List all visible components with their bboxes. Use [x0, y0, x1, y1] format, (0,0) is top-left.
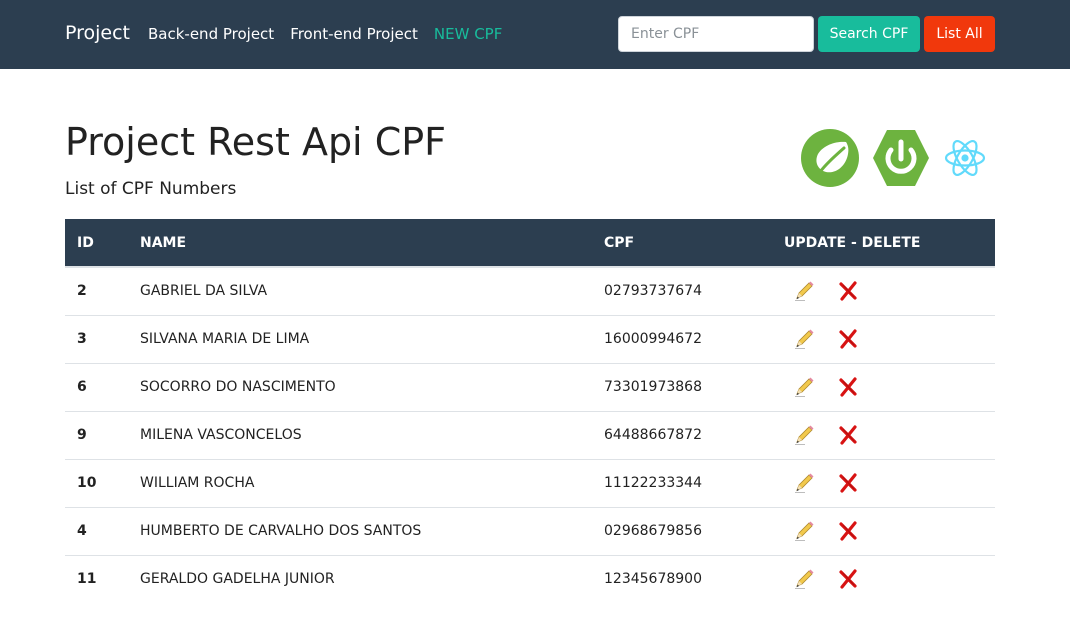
cell-actions [772, 554, 995, 603]
delete-x-icon[interactable] [836, 423, 860, 447]
list-all-button[interactable]: List All [924, 16, 995, 52]
pencil-icon[interactable] [792, 327, 816, 351]
cell-id: 2 [77, 283, 87, 300]
delete-x-icon[interactable] [836, 471, 860, 495]
spring-boot-power-icon [873, 130, 929, 186]
column-header-actions: UPDATE - DELETE [772, 219, 995, 268]
cell-actions [772, 410, 995, 459]
table-header: ID NAME CPF UPDATE - DELETE [65, 219, 995, 268]
delete-x-icon[interactable] [836, 375, 860, 399]
nav-links: Back-end Project Front-end Project NEW C… [148, 25, 502, 43]
cell-name: SOCORRO DO NASCIMENTO [128, 362, 592, 411]
column-header-name: NAME [128, 219, 592, 268]
table-row: 3 SILVANA MARIA DE LIMA 16000994672 [65, 314, 995, 363]
page-title: Project Rest Api CPF [65, 120, 447, 164]
cell-id: 11 [65, 554, 128, 603]
cell-id: 10 [65, 458, 128, 507]
search-cpf-button[interactable]: Search CPF [818, 16, 920, 52]
cell-name: WILLIAM ROCHA [128, 458, 592, 507]
cell-cpf: 12345678900 [592, 554, 772, 603]
row-actions [784, 279, 983, 303]
page-subtitle: List of CPF Numbers [65, 179, 237, 199]
brand-link[interactable]: Project [65, 22, 130, 44]
row-actions [784, 567, 983, 591]
table-row: 11 GERALDO GADELHA JUNIOR 12345678900 [65, 554, 995, 603]
delete-x-icon[interactable] [836, 279, 860, 303]
technology-logos [800, 128, 990, 188]
spring-leaf-icon [801, 129, 859, 187]
row-actions [784, 327, 983, 351]
cell-id: 9 [65, 410, 128, 459]
cell-name: SILVANA MARIA DE LIMA [128, 314, 592, 363]
delete-x-icon[interactable] [836, 327, 860, 351]
nav-link-frontend-project[interactable]: Front-end Project [290, 25, 418, 43]
cell-name: GABRIEL DA SILVA [140, 283, 268, 300]
cell-actions [772, 267, 995, 315]
row-actions [784, 423, 983, 447]
cell-actions [772, 314, 995, 363]
pencil-icon[interactable] [792, 567, 816, 591]
pencil-icon[interactable] [792, 375, 816, 399]
table-body: 2 GABRIEL DA SILVA 02793737674 3 SILVANA MAR… [65, 267, 995, 603]
cell-cpf: 02793737674 [604, 283, 702, 300]
cell-cpf: 16000994672 [592, 314, 772, 363]
row-actions [784, 375, 983, 399]
cell-id: 6 [65, 362, 128, 411]
pencil-icon[interactable] [792, 471, 816, 495]
column-header-id: ID [65, 219, 128, 268]
table-row: 2 GABRIEL DA SILVA 02793737674 [65, 267, 995, 315]
cell-cpf: 11122233344 [592, 458, 772, 507]
cell-actions [772, 362, 995, 411]
cpf-search-input[interactable] [618, 16, 814, 52]
table-row: 10 WILLIAM ROCHA 11122233344 [65, 458, 995, 507]
cell-actions [772, 506, 995, 555]
cpf-table: ID NAME CPF UPDATE - DELETE 2 GABRIEL DA … [65, 219, 995, 603]
pencil-icon[interactable] [792, 423, 816, 447]
cell-cpf: 02968679856 [592, 506, 772, 555]
table-row: 6 SOCORRO DO NASCIMENTO 73301973868 [65, 362, 995, 411]
cell-cpf: 73301973868 [592, 362, 772, 411]
cell-name: HUMBERTO DE CARVALHO DOS SANTOS [128, 506, 592, 555]
react-atom-icon [944, 140, 986, 176]
cell-cpf: 64488667872 [592, 410, 772, 459]
cell-actions [772, 458, 995, 507]
delete-x-icon[interactable] [836, 567, 860, 591]
delete-x-icon[interactable] [836, 519, 860, 543]
cell-id: 4 [65, 506, 128, 555]
pencil-icon[interactable] [792, 519, 816, 543]
cell-name: MILENA VASCONCELOS [128, 410, 592, 459]
nav-link-backend-project[interactable]: Back-end Project [148, 25, 274, 43]
cell-name: GERALDO GADELHA JUNIOR [128, 554, 592, 603]
table-row: 9 MILENA VASCONCELOS 64488667872 [65, 410, 995, 459]
nav-link-new-cpf[interactable]: NEW CPF [434, 25, 502, 43]
pencil-icon[interactable] [792, 279, 816, 303]
row-actions [784, 471, 983, 495]
table-row: 4 HUMBERTO DE CARVALHO DOS SANTOS 02968679… [65, 506, 995, 555]
top-navbar: Project Back-end Project Front-end Proje… [0, 0, 1070, 69]
row-actions [784, 519, 983, 543]
column-header-cpf: CPF [592, 219, 772, 268]
cell-id: 3 [65, 314, 128, 363]
